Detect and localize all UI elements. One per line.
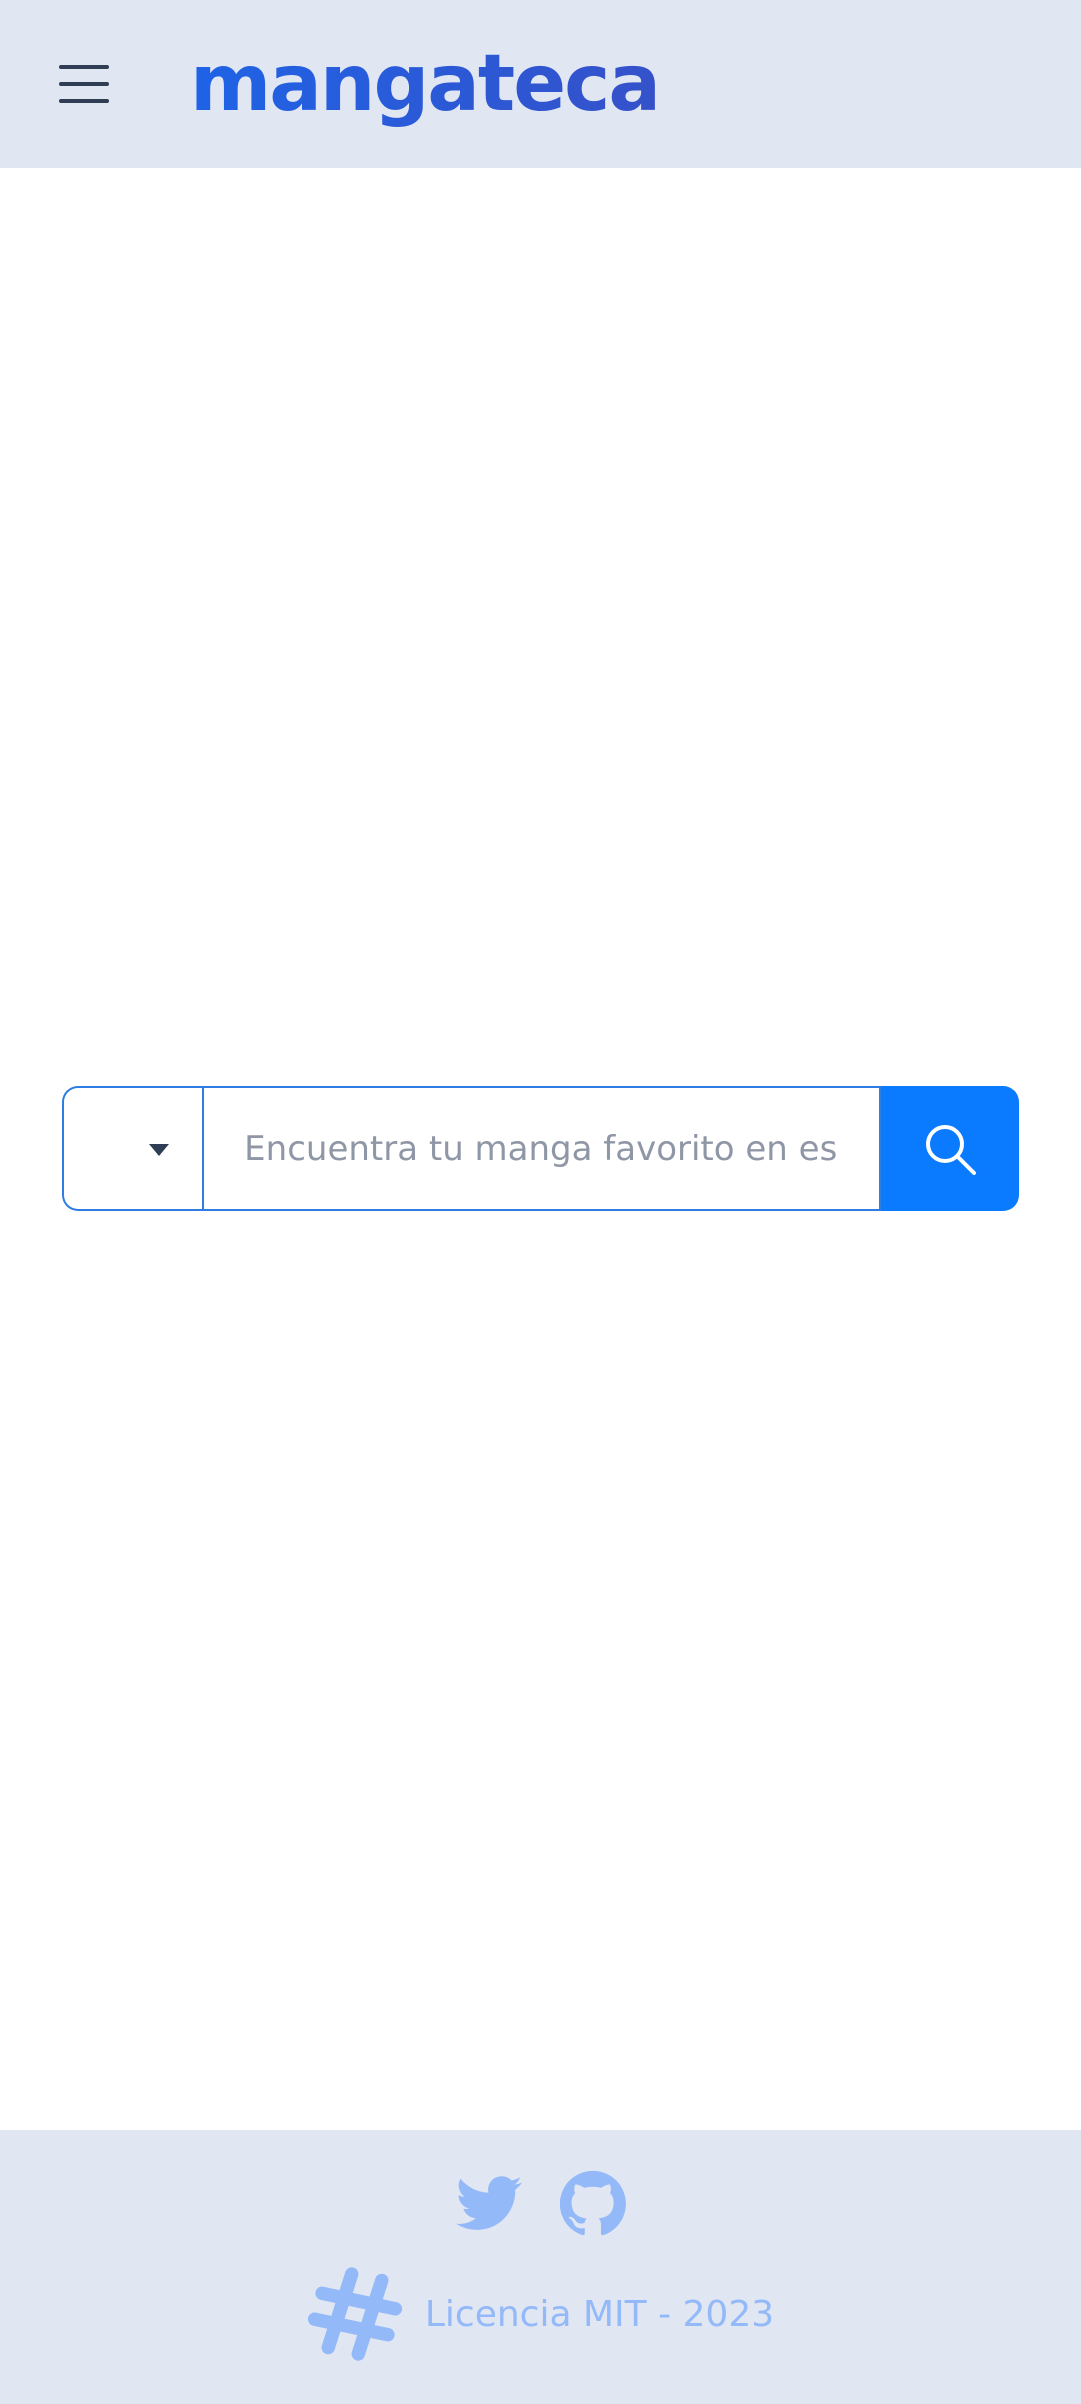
search-input[interactable] xyxy=(202,1086,881,1211)
caret-down-icon xyxy=(149,1144,169,1156)
top-app-bar: mangateca xyxy=(0,0,1081,168)
github-icon xyxy=(559,2170,626,2236)
twitter-icon xyxy=(455,2176,522,2230)
hashtag-icon xyxy=(307,2267,402,2361)
hamburger-icon xyxy=(59,65,109,103)
license-text[interactable]: Licencia MIT - 2023 xyxy=(425,2294,774,2335)
twitter-link[interactable] xyxy=(455,2170,522,2236)
search-icon xyxy=(925,1124,976,1175)
menu-button[interactable] xyxy=(52,54,116,114)
search-category-select[interactable] xyxy=(62,1086,203,1211)
app-logo[interactable]: mangateca xyxy=(190,34,661,134)
github-link[interactable] xyxy=(559,2170,626,2236)
search-form xyxy=(62,1086,1020,1211)
footer: Licencia MIT - 2023 xyxy=(0,2130,1081,2404)
social-links xyxy=(0,2170,1081,2250)
license-row: Licencia MIT - 2023 xyxy=(0,2264,1081,2364)
search-button[interactable] xyxy=(880,1086,1020,1211)
